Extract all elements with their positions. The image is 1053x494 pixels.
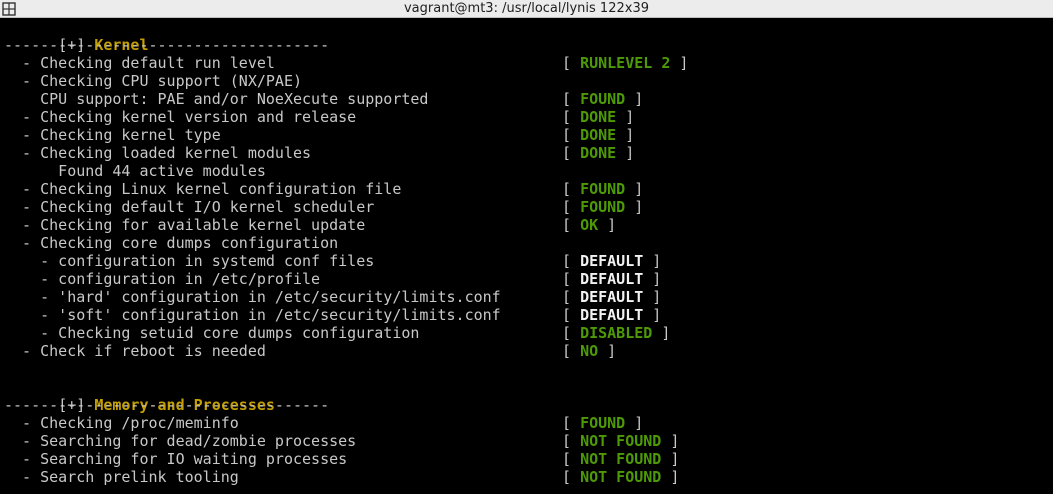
check-line: - configuration in /etc/profile: [4, 270, 321, 288]
status-badge: [ FOUND ]: [562, 90, 644, 108]
check-line: Found 44 active modules: [4, 162, 266, 180]
status-badge: [ DEFAULT ]: [562, 270, 662, 288]
title-bar[interactable]: vagrant@mt3: /usr/local/lynis 122x39: [0, 0, 1053, 18]
check-line: - Checking kernel type: [4, 126, 221, 144]
status-value: DONE: [580, 144, 617, 162]
status-value: DEFAULT: [580, 252, 644, 270]
status-value: OK: [580, 216, 599, 234]
status-value: FOUND: [580, 180, 626, 198]
check-line: - 'soft' configuration in /etc/security/…: [4, 306, 501, 324]
status-badge: [ DONE ]: [562, 108, 635, 126]
status-badge: [ DEFAULT ]: [562, 288, 662, 306]
check-line: - Checking kernel version and release: [4, 108, 357, 126]
check-line: - Searching for IO waiting processes: [4, 450, 348, 468]
status-badge: [ NOT FOUND ]: [562, 432, 680, 450]
status-badge: [ NOT FOUND ]: [562, 450, 680, 468]
status-value: FOUND: [580, 198, 626, 216]
status-value: DEFAULT: [580, 288, 644, 306]
status-badge: [ NO ]: [562, 342, 617, 360]
status-value: NOT FOUND: [580, 468, 662, 486]
status-badge: [ NOT FOUND ]: [562, 468, 680, 486]
check-line: - Checking loaded kernel modules: [4, 144, 312, 162]
status-badge: [ FOUND ]: [562, 414, 644, 432]
status-value: DISABLED: [580, 324, 653, 342]
check-line: - Checking default I/O kernel scheduler: [4, 198, 375, 216]
status-value: NO: [580, 342, 599, 360]
status-value: DONE: [580, 108, 617, 126]
check-line: - Checking core dumps configuration: [4, 234, 339, 252]
check-line: - Searching for dead/zombie processes: [4, 432, 357, 450]
status-value: FOUND: [580, 90, 626, 108]
section-header-kernel: [+] Kernel: [4, 18, 148, 54]
status-badge: [ DONE ]: [562, 126, 635, 144]
status-badge: [ DEFAULT ]: [562, 252, 662, 270]
check-line: - Checking setuid core dumps configurati…: [4, 324, 420, 342]
status-badge: [ DISABLED ]: [562, 324, 671, 342]
section-divider: ------------------------------------: [4, 36, 330, 54]
check-line: - Search prelink tooling: [4, 468, 239, 486]
check-line: - Checking /proc/meminfo: [4, 414, 239, 432]
check-line: - Checking CPU support (NX/PAE): [4, 72, 303, 90]
check-line: - Check if reboot is needed: [4, 342, 266, 360]
status-badge: [ RUNLEVEL 2 ]: [562, 54, 689, 72]
section-header-memory: [+] Memory and Processes: [4, 378, 275, 414]
status-value: DEFAULT: [580, 306, 644, 324]
status-badge: [ OK ]: [562, 216, 617, 234]
check-line: CPU support: PAE and/or NoeXecute suppor…: [4, 90, 429, 108]
window-title: vagrant@mt3: /usr/local/lynis 122x39: [403, 1, 649, 16]
status-value: NOT FOUND: [580, 432, 662, 450]
status-value: DEFAULT: [580, 270, 644, 288]
section-divider: ------------------------------------: [4, 396, 330, 414]
check-line: - configuration in systemd conf files: [4, 252, 375, 270]
terminal-output[interactable]: [+] Kernel -----------------------------…: [0, 18, 1053, 494]
status-badge: [ FOUND ]: [562, 180, 644, 198]
check-line: - Checking default run level: [4, 54, 275, 72]
check-line: - 'hard' configuration in /etc/security/…: [4, 288, 501, 306]
status-value: RUNLEVEL 2: [580, 54, 671, 72]
check-line: - Checking Linux kernel configuration fi…: [4, 180, 402, 198]
status-badge: [ DEFAULT ]: [562, 306, 662, 324]
check-line: - Checking for available kernel update: [4, 216, 366, 234]
terminal-window: vagrant@mt3: /usr/local/lynis 122x39 [+]…: [0, 0, 1053, 494]
status-badge: [ FOUND ]: [562, 198, 644, 216]
status-badge: [ DONE ]: [562, 144, 635, 162]
status-value: DONE: [580, 126, 617, 144]
status-value: FOUND: [580, 414, 626, 432]
status-value: NOT FOUND: [580, 450, 662, 468]
